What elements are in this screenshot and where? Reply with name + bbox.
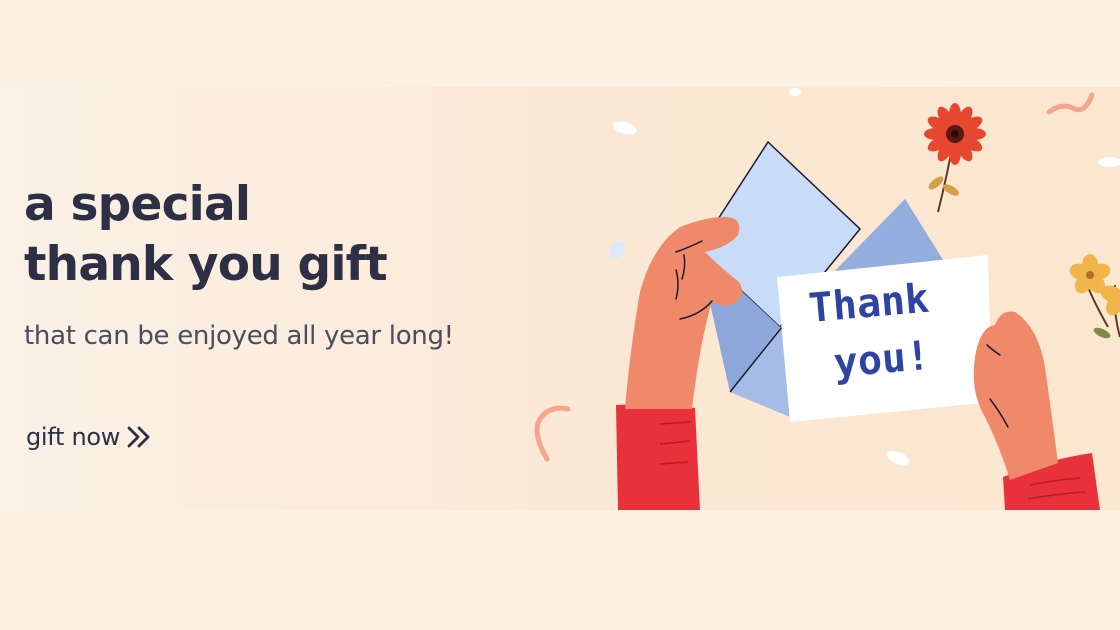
card-line-2: you! — [832, 333, 932, 387]
confetti-white — [613, 121, 637, 135]
confetti-white — [1098, 157, 1120, 167]
yellow-flower — [1069, 254, 1120, 339]
confetti-white — [886, 450, 910, 466]
red-flower — [924, 103, 986, 213]
right-hand — [973, 311, 1100, 510]
thank-you-card: Thank you! — [777, 255, 992, 422]
thank-you-illustration: Thank you! — [534, 88, 1120, 510]
confetti-ribbon — [534, 405, 571, 462]
gift-banner[interactable]: a special thank you gift that can be enj… — [0, 87, 1120, 510]
confetti-white — [789, 88, 801, 96]
confetti-ribbon — [1046, 92, 1095, 115]
confetti-blue — [608, 241, 626, 259]
